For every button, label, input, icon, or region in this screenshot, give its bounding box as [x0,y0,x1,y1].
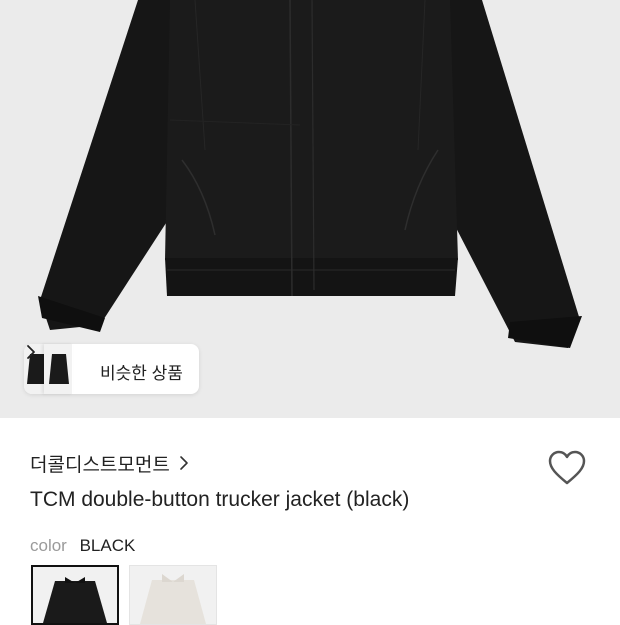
similar-product-thumbnail [44,344,73,394]
color-row: color BLACK [30,536,135,556]
brand-link[interactable]: 더콜디스트모먼트 [30,450,190,476]
product-title: TCM double-button trucker jacket (black) [30,488,410,511]
similar-products-label: 비슷한 상품 [100,364,183,383]
color-option-ivory[interactable] [129,565,217,625]
chevron-right-icon [180,456,188,470]
brand-name: 더콜디스트모먼트 [30,454,170,476]
heart-outline-icon[interactable] [546,448,588,488]
chevron-right-icon [27,345,35,359]
similar-products-button[interactable]: 비슷한 상품 [24,344,199,394]
selected-color-value: BLACK [79,536,136,555]
color-label: color [30,536,67,555]
product-image[interactable]: 비슷한 상품 [0,0,620,418]
color-option-black[interactable] [31,565,119,625]
